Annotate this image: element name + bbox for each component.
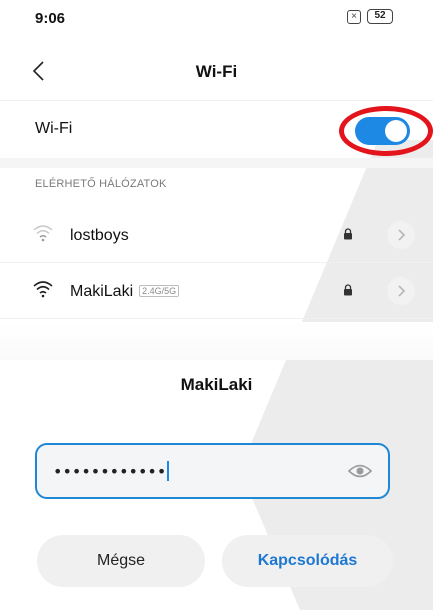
dialog-top-edge bbox=[0, 322, 433, 360]
password-masked-text: •••••••••••• bbox=[53, 462, 167, 481]
dialog-title: MakiLaki bbox=[180, 375, 253, 394]
status-time: 9:06 bbox=[35, 10, 66, 27]
highlight-ring-annotation bbox=[339, 106, 433, 156]
eye-icon[interactable] bbox=[348, 463, 372, 479]
lock-icon bbox=[344, 228, 352, 240]
network-name: MakiLaki 2.4G/5G bbox=[70, 283, 180, 301]
status-bar: 9:06 × 52 bbox=[0, 0, 433, 40]
status-icons: × 52 bbox=[347, 9, 393, 24]
network-name-text: MakiLaki bbox=[70, 283, 134, 300]
section-divider bbox=[0, 158, 433, 168]
band-badge: 2.4G/5G bbox=[139, 285, 180, 297]
password-value: •••••••••••• bbox=[53, 461, 170, 481]
connect-button[interactable]: Kapcsolódás bbox=[222, 535, 393, 587]
network-item-lostboys[interactable]: lostboys bbox=[0, 208, 433, 263]
chevron-right-icon[interactable] bbox=[387, 277, 415, 305]
wifi-full-icon bbox=[33, 281, 53, 298]
text-caret bbox=[167, 461, 170, 481]
password-input[interactable]: •••••••••••• bbox=[35, 443, 390, 499]
network-item-makilaki[interactable]: MakiLaki 2.4G/5G bbox=[0, 264, 433, 319]
wifi-weak-icon bbox=[33, 225, 53, 242]
lock-icon bbox=[344, 284, 352, 296]
wifi-toggle-row[interactable]: Wi-Fi bbox=[0, 100, 433, 158]
network-name: lostboys bbox=[70, 227, 129, 245]
wifi-toggle-label: Wi-Fi bbox=[35, 120, 73, 137]
page-title: Wi-Fi bbox=[195, 62, 238, 81]
chevron-right-icon[interactable] bbox=[387, 221, 415, 249]
header: Wi-Fi bbox=[0, 48, 433, 98]
battery-icon: 52 bbox=[367, 9, 393, 24]
sim-off-icon: × bbox=[347, 9, 361, 24]
network-name-text: lostboys bbox=[70, 227, 129, 244]
cancel-button[interactable]: Mégse bbox=[37, 535, 205, 587]
available-networks-label: ELÉRHETŐ HÁLÓZATOK bbox=[35, 178, 167, 190]
